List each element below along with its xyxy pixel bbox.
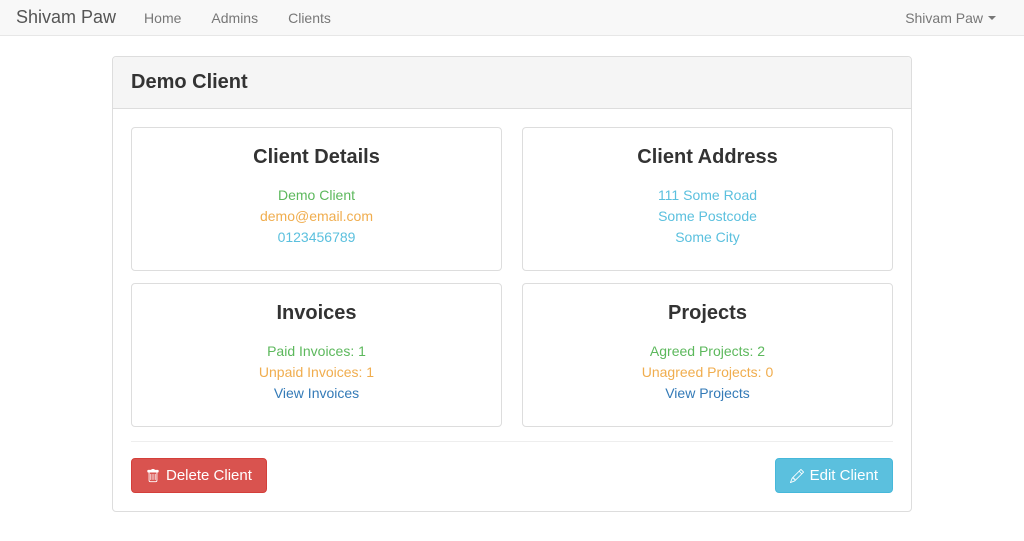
user-name: Shivam Paw (905, 10, 983, 26)
view-projects-link[interactable]: View Projects (538, 383, 877, 404)
panel-heading: Demo Client (113, 57, 911, 109)
nav-left: Shivam Paw Home Admins Clients (16, 2, 343, 34)
navbar: Shivam Paw Home Admins Clients Shivam Pa… (0, 0, 1024, 36)
address-line1: 111 Some Road (538, 185, 877, 206)
invoices-heading: Invoices (147, 302, 486, 325)
invoices-paid: Paid Invoices: 1 (147, 341, 486, 362)
brand[interactable]: Shivam Paw (16, 7, 116, 28)
invoices-card: Invoices Paid Invoices: 1 Unpaid Invoice… (131, 283, 502, 427)
container: Demo Client Client Details Demo Client d… (112, 56, 912, 512)
delete-client-label: Delete Client (166, 467, 252, 484)
delete-client-button[interactable]: Delete Client (131, 458, 267, 493)
client-phone: 0123456789 (147, 227, 486, 248)
pencil-icon (790, 469, 804, 483)
edit-client-button[interactable]: Edit Client (775, 458, 893, 493)
projects-heading: Projects (538, 302, 877, 325)
page-title: Demo Client (131, 71, 893, 94)
row-top: Client Details Demo Client demo@email.co… (131, 127, 893, 271)
main-panel: Demo Client Client Details Demo Client d… (112, 56, 912, 512)
actions-row: Delete Client Edit Client (131, 458, 893, 493)
divider (131, 441, 893, 442)
client-address-heading: Client Address (538, 146, 877, 169)
projects-unagreed: Unagreed Projects: 0 (538, 362, 877, 383)
nav-link-clients[interactable]: Clients (276, 2, 343, 34)
panel-body: Client Details Demo Client demo@email.co… (113, 109, 911, 511)
row-bottom: Invoices Paid Invoices: 1 Unpaid Invoice… (131, 283, 893, 427)
projects-agreed: Agreed Projects: 2 (538, 341, 877, 362)
nav-link-admins[interactable]: Admins (199, 2, 270, 34)
edit-client-label: Edit Client (810, 467, 878, 484)
trash-icon (146, 469, 160, 483)
caret-down-icon (988, 16, 996, 20)
invoices-unpaid: Unpaid Invoices: 1 (147, 362, 486, 383)
address-line2: Some Postcode (538, 206, 877, 227)
view-invoices-link[interactable]: View Invoices (147, 383, 486, 404)
address-line3: Some City (538, 227, 877, 248)
nav-link-home[interactable]: Home (132, 2, 193, 34)
client-details-heading: Client Details (147, 146, 486, 169)
user-menu[interactable]: Shivam Paw (893, 2, 1008, 34)
client-name: Demo Client (147, 185, 486, 206)
client-details-card: Client Details Demo Client demo@email.co… (131, 127, 502, 271)
projects-card: Projects Agreed Projects: 2 Unagreed Pro… (522, 283, 893, 427)
client-address-card: Client Address 111 Some Road Some Postco… (522, 127, 893, 271)
client-email: demo@email.com (147, 206, 486, 227)
